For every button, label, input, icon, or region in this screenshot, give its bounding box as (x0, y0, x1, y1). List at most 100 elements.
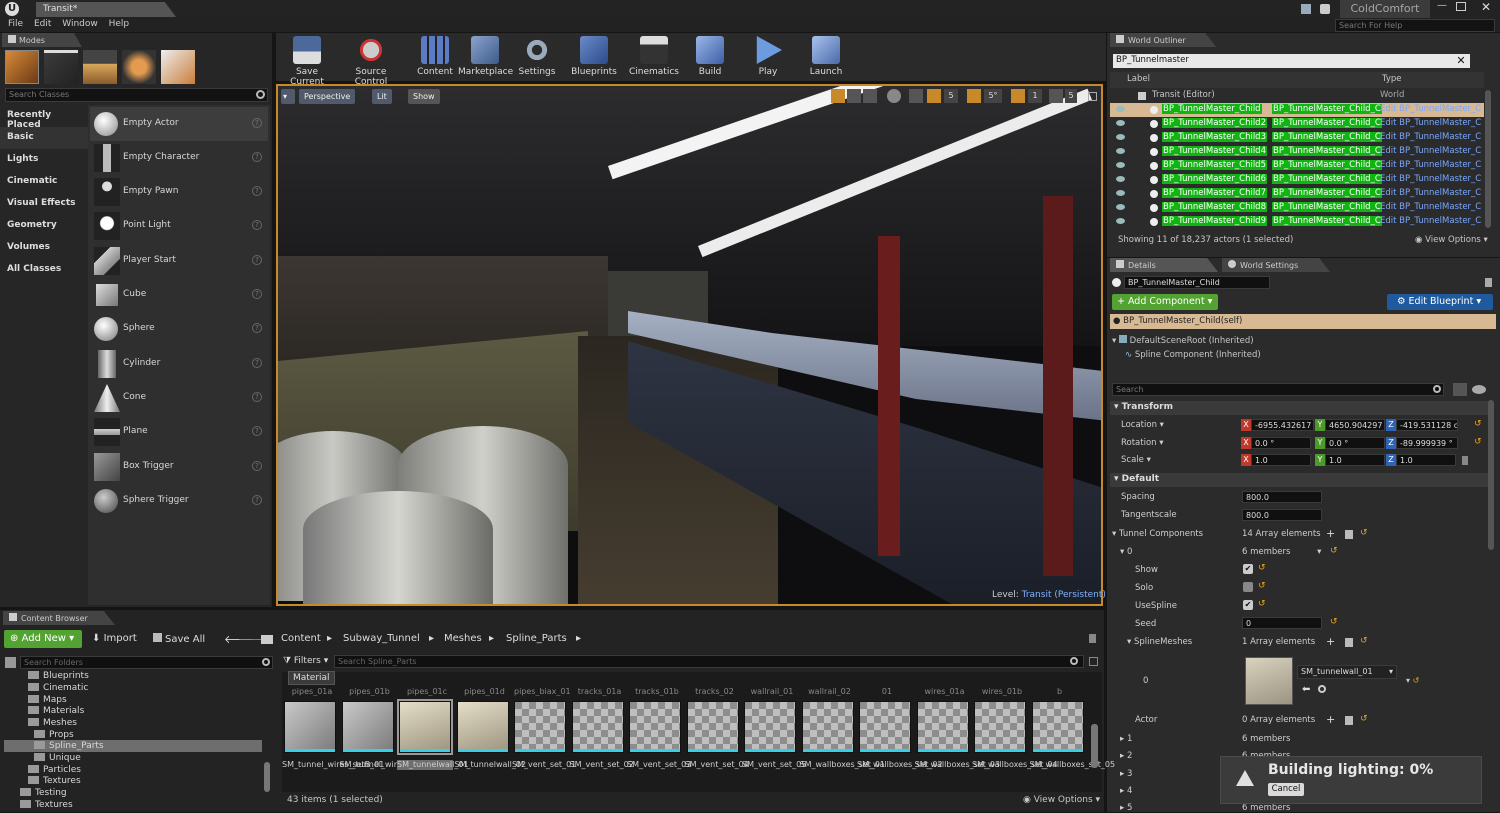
folder-icon[interactable] (261, 635, 273, 644)
asset-label-partial[interactable]: wallrail_02 (802, 687, 858, 696)
source-control-status-icon[interactable] (1320, 4, 1330, 14)
eye-icon[interactable] (1116, 190, 1125, 196)
actor-empty-character[interactable]: Empty Character? (90, 141, 268, 175)
outliner-row[interactable]: BP_TunnelMaster_Child6 BP_TunnelMaster_Ch… (1110, 173, 1484, 187)
category-visual-effects[interactable]: Visual Effects (0, 193, 88, 215)
array-index-0[interactable]: ▾ 0 (1120, 547, 1132, 557)
asset-thumbnail[interactable] (284, 701, 336, 753)
reset-icon[interactable]: ↺ (1474, 437, 1482, 447)
clear-search-icon[interactable]: ✕ (1454, 54, 1468, 68)
menu-window[interactable]: Window (62, 18, 98, 29)
splinemeshes-label[interactable]: ▾ SplineMeshes (1127, 637, 1192, 647)
category-all-classes[interactable]: All Classes (0, 259, 88, 281)
asset-label[interactable]: SM_tunnelwall_02 (455, 760, 527, 770)
level-tab[interactable]: Transit* (36, 2, 176, 17)
asset-label-partial[interactable]: wallrail_01 (744, 687, 800, 696)
outliner-root-row[interactable]: Transit (Editor) World (1110, 89, 1484, 103)
component-spline[interactable]: ∿ Spline Component (Inherited) (1125, 350, 1261, 360)
eye-icon[interactable] (1472, 385, 1486, 394)
maximize-button[interactable] (1456, 2, 1466, 11)
details-scrollbar[interactable] (1488, 400, 1494, 550)
eye-icon[interactable] (1116, 120, 1125, 126)
content-browser-tab[interactable]: Content Browser (3, 611, 115, 625)
location-z-field[interactable]: -419.531128 cr (1396, 419, 1458, 431)
asset-label-partial[interactable]: tracks_02 (687, 687, 743, 696)
actor-visibility-icon[interactable] (1112, 278, 1121, 287)
asset-thumbnail[interactable] (974, 701, 1026, 753)
trash-icon[interactable] (1345, 716, 1353, 725)
array-index-4[interactable]: ▸ 4 (1120, 786, 1132, 796)
help-icon[interactable]: ? (252, 220, 262, 230)
actor-sphere[interactable]: Sphere? (90, 312, 268, 346)
help-icon[interactable]: ? (252, 289, 262, 299)
search-icon[interactable] (1070, 657, 1078, 665)
breadcrumb-spline-parts[interactable]: Spline_Parts (506, 633, 567, 644)
details-search-input[interactable]: Search (1112, 383, 1444, 396)
asset-thumbnail[interactable] (686, 701, 739, 753)
minimize-button[interactable]: — (1437, 0, 1451, 14)
edit-blueprint-link[interactable]: Edit BP_TunnelMaster_C (1380, 160, 1481, 170)
actor-box-trigger[interactable]: Box Trigger? (90, 450, 268, 484)
folder-blueprints[interactable]: Blueprints (28, 671, 89, 681)
help-icon[interactable]: ? (252, 495, 262, 505)
scale-label[interactable]: Scale ▾ (1121, 455, 1151, 465)
outliner-search-input[interactable]: BP_Tunnelmaster (1113, 54, 1470, 68)
actor-empty-pawn[interactable]: Empty Pawn? (90, 175, 268, 209)
asset-thumbnail[interactable] (456, 701, 509, 753)
asset-label[interactable]: SM_tunnel_wires_setB_02 (340, 760, 442, 770)
asset-label[interactable]: SM_vent_set_01 (512, 760, 576, 770)
asset-thumbnail[interactable] (629, 701, 681, 753)
category-volumes[interactable]: Volumes (0, 237, 88, 259)
breadcrumb-subway-tunnel[interactable]: Subway_Tunnel (343, 633, 420, 644)
asset-thumbnail[interactable] (341, 701, 394, 753)
rotate-icon[interactable] (847, 89, 861, 103)
spacing-field[interactable]: 800.0 (1242, 491, 1322, 503)
play-button[interactable]: Play (752, 34, 784, 80)
breadcrumb-content[interactable]: Content (281, 633, 321, 644)
asset-label-partial[interactable]: pipes_01b (342, 687, 398, 696)
add-element-icon[interactable]: + (1326, 527, 1335, 540)
mesh-asset-dropdown[interactable]: SM_tunnelwall_01 ▾ (1297, 665, 1397, 679)
asset-label[interactable]: SM_vent_set_02 (570, 760, 634, 770)
outliner-row[interactable]: BP_TunnelMaster_Child BP_TunnelMaster_Chi… (1110, 103, 1484, 117)
asset-label[interactable]: SM_vent_set_03 (627, 760, 691, 770)
lock-icon[interactable] (1089, 634, 1096, 643)
scale-snap-icon[interactable] (1011, 89, 1025, 103)
actor-empty-actor[interactable]: Empty Actor? (90, 107, 268, 141)
rotation-z-field[interactable]: -89.999939 ° (1396, 437, 1458, 449)
folder-textures[interactable]: Textures (28, 776, 81, 786)
menu-file[interactable]: File (8, 18, 23, 29)
edit-blueprint-link[interactable]: Edit BP_TunnelMaster_C (1380, 118, 1481, 128)
component-default-scene-root[interactable]: ▾ DefaultSceneRoot (Inherited) (1112, 335, 1254, 346)
folder-meshes[interactable]: Meshes (28, 718, 77, 728)
camera-speed-icon[interactable] (1049, 89, 1063, 103)
outliner-row[interactable]: BP_TunnelMaster_Child5 BP_TunnelMaster_Ch… (1110, 159, 1484, 173)
notification-icon[interactable] (1301, 4, 1311, 14)
outliner-row[interactable]: BP_TunnelMaster_Child8 BP_TunnelMaster_Ch… (1110, 201, 1484, 215)
lock-icon[interactable] (1485, 278, 1492, 287)
reset-icon[interactable]: ↺ (1258, 563, 1266, 573)
modes-tab[interactable]: Modes (2, 33, 82, 47)
edit-blueprint-button[interactable]: ⚙ Edit Blueprint ▾ (1387, 294, 1493, 310)
reset-icon[interactable]: ↺ (1258, 599, 1266, 609)
grid-snap-value[interactable]: 5 (944, 89, 958, 103)
asset-label[interactable]: SM_tunnel_wires_setB_01 (282, 760, 384, 770)
search-help-input[interactable]: Search For Help (1335, 19, 1495, 32)
add-element-icon[interactable]: + (1326, 713, 1335, 726)
outliner-row[interactable]: BP_TunnelMaster_Child3 BP_TunnelMaster_Ch… (1110, 131, 1484, 145)
asset-label-partial[interactable]: wires_01b (974, 687, 1030, 696)
outliner-row[interactable]: BP_TunnelMaster_Child9 BP_TunnelMaster_Ch… (1110, 215, 1484, 229)
geometry-mode-icon[interactable] (160, 50, 195, 84)
folder-spline-parts[interactable]: Spline_Parts (34, 741, 104, 751)
unreal-logo-icon[interactable]: U (5, 2, 19, 16)
folder-scrollbar[interactable] (264, 762, 270, 792)
translate-icon[interactable] (831, 89, 845, 103)
actor-plane[interactable]: Plane? (90, 415, 268, 449)
foliage-mode-icon[interactable] (121, 50, 156, 84)
actor-name-field[interactable]: BP_TunnelMaster_Child (1124, 276, 1270, 289)
folder-cinematic[interactable]: Cinematic (28, 683, 88, 693)
search-folders-input[interactable]: Search Folders (20, 656, 273, 669)
asset-label-partial[interactable]: pipes_01a (284, 687, 340, 696)
category-basic[interactable]: Basic (0, 127, 88, 149)
save-all-button[interactable]: Save All (153, 633, 205, 645)
